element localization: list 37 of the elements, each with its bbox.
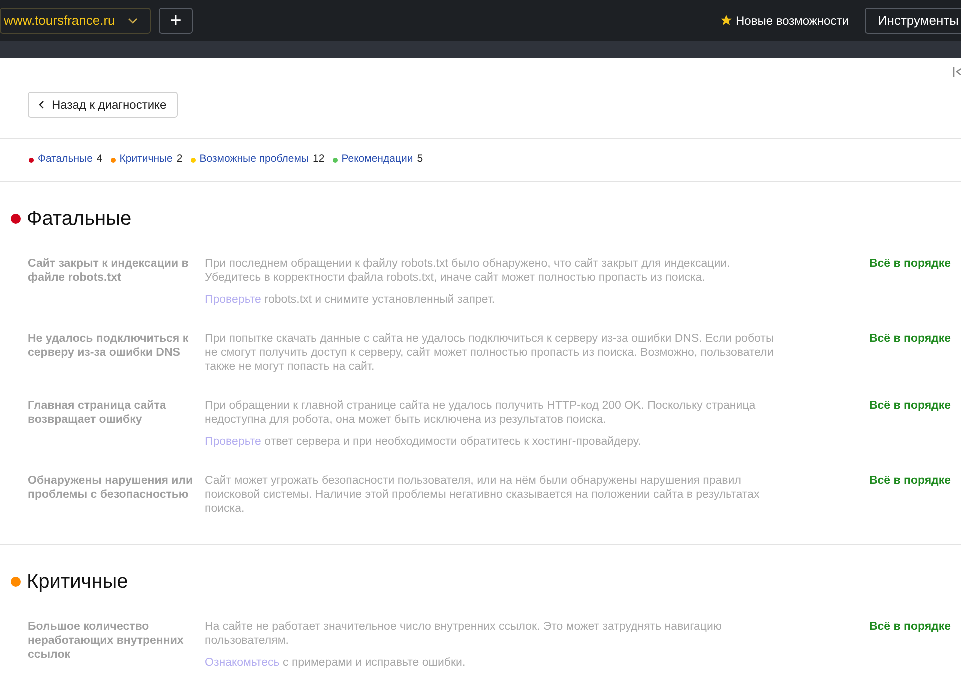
issue-description: На сайте не работает значительное число внутренних ссылок. Это может затруднять навигацию пользователям.: [205, 620, 724, 648]
category-count: 5: [417, 152, 424, 168]
chevron-left-icon: [39, 101, 44, 109]
tools-button[interactable]: Инструменты: [864, 8, 961, 34]
issue-status: Всё в порядке: [869, 399, 951, 414]
issue-description: При попытке скачать данные с сайта не удалось подключиться к серверу из-за ошибки DNS. Если роботы не смогут получить доступ к серверу, сайт может полностью пропасть из поиска. Возможно, пользователи также не могут попасть на сайт.: [205, 332, 776, 374]
back-button[interactable]: Назад к диагностике: [28, 92, 178, 118]
category-link[interactable]: Критичные: [120, 152, 173, 168]
issue-hint: Ознакомьтесь с примерами и исправьте ошибки.: [205, 656, 467, 670]
site-selector[interactable]: www.toursfrance.ru: [0, 8, 151, 34]
issue-status: Всё в порядке: [869, 620, 951, 635]
issue-hint: Проверьте ответ сервера и при необходимости обратитесь к хостинг-провайдеру.: [205, 435, 642, 449]
category-count: 4: [96, 152, 103, 168]
star-icon: [720, 14, 733, 27]
category-link[interactable]: Возможные проблемы: [200, 152, 309, 168]
section-heading: Фатальные: [27, 207, 132, 232]
new-features-link[interactable]: Новые возможности: [736, 12, 849, 30]
issue-description: При последнем обращении к файлу robots.txt было обнаружено, что сайт закрыт для индексации. Убедитесь в корректности файла robots.txt, иначе сайт может полностью пропасть из поиска.: [205, 257, 732, 285]
collapse-icon[interactable]: [953, 66, 961, 78]
issue-status: Всё в порядке: [869, 474, 951, 489]
category-link[interactable]: Рекомендации: [342, 152, 414, 168]
issue-status: Всё в порядке: [869, 332, 951, 347]
category-count: 2: [176, 152, 183, 168]
add-site-button[interactable]: +: [159, 8, 193, 34]
issue-title: Обнаружены нарушения или проблемы с безопасностью: [28, 474, 194, 503]
issue-description: При обращении к главной странице сайта не удалось получить HTTP-код 200 OK. Поскольку страница недоступна для робота, она может быть исключена из результатов поиска.: [205, 399, 757, 427]
issue-title: Сайт закрыт к индексации в файле robots.txt: [28, 257, 190, 286]
category-link[interactable]: Фатальные: [38, 152, 93, 168]
issue-title: Большое количество неработающих внутренних ссылок: [28, 620, 185, 663]
issue-title: Не удалось подключиться к серверу из-за ошибки DNS: [28, 332, 190, 361]
chevron-down-icon: [128, 18, 138, 24]
issue-title: Главная страница сайта возвращает ошибку: [28, 399, 168, 428]
issue-status: Всё в порядке: [869, 257, 951, 272]
issue-hint: Проверьте robots.txt и снимите установленный запрет.: [205, 293, 496, 307]
issue-description: Сайт может угрожать безопасности пользователя, или на нём были обнаружены нарушения правил поисковой системы. Наличие этой проблемы негативно сказывается на положении сайта в результатах поиска.: [205, 474, 761, 516]
category-count: 12: [313, 152, 325, 168]
section-heading: Критичные: [27, 570, 128, 595]
